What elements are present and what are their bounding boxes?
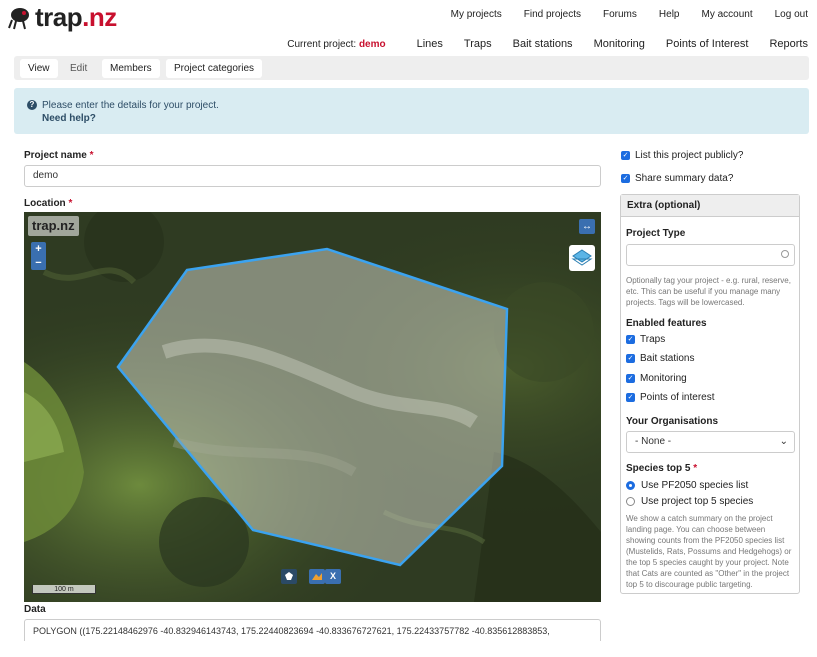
- checkbox-checked-icon: ✓: [626, 374, 635, 383]
- draw-polygon-button[interactable]: [281, 569, 297, 584]
- feature-label: Traps: [640, 334, 666, 345]
- feature-traps-checkbox[interactable]: ✓ Traps: [626, 334, 665, 345]
- feature-poi-checkbox[interactable]: ✓ Points of interest: [626, 392, 714, 403]
- edit-shape-icon: [312, 573, 322, 580]
- radio-label: Use PF2050 species list: [641, 480, 749, 491]
- radio-label: Use project top 5 species: [641, 496, 754, 507]
- project-type-input[interactable]: [626, 244, 795, 266]
- logo[interactable]: trap.nz: [7, 3, 117, 31]
- need-help-link[interactable]: Need help?: [42, 113, 96, 124]
- info-message: Please enter the details for your projec…: [42, 100, 219, 111]
- organisations-label: Your Organisations: [626, 416, 719, 427]
- feature-monitoring-checkbox[interactable]: ✓ Monitoring: [626, 373, 687, 384]
- data-textarea[interactable]: POLYGON ((175.22148462976 -40.8329461437…: [24, 619, 601, 641]
- nav-bait-stations[interactable]: Bait stations: [513, 38, 573, 50]
- nav-my-projects[interactable]: My projects: [451, 9, 502, 20]
- extra-panel: Extra (optional) Project Type Optionally…: [620, 194, 800, 594]
- tab-view[interactable]: View: [20, 59, 58, 78]
- chevron-down-icon: ⌄: [779, 436, 788, 447]
- enabled-features-label: Enabled features: [626, 318, 707, 329]
- satellite-imagery: [24, 212, 601, 602]
- extra-panel-title: Extra (optional): [621, 195, 799, 217]
- share-summary-label: Share summary data?: [635, 173, 734, 184]
- feature-label: Bait stations: [640, 353, 695, 364]
- location-label: Location *: [24, 198, 73, 209]
- feature-label: Points of interest: [640, 392, 715, 403]
- tab-edit[interactable]: Edit: [62, 59, 95, 78]
- nav-forums[interactable]: Forums: [603, 9, 637, 20]
- info-alert: ? Please enter the details for your proj…: [14, 88, 809, 134]
- nav-find-projects[interactable]: Find projects: [524, 9, 581, 20]
- nav-log-out[interactable]: Log out: [775, 9, 808, 20]
- nav-monitoring[interactable]: Monitoring: [594, 38, 645, 50]
- project-nav: Current project: demo Lines Traps Bait s…: [287, 38, 808, 50]
- tab-bar: View Edit Members Project categories: [14, 56, 809, 80]
- project-name-input[interactable]: demo: [24, 165, 601, 187]
- checkbox-checked-icon: ✓: [626, 354, 635, 363]
- layers-icon: [571, 249, 593, 266]
- feature-bait-stations-checkbox[interactable]: ✓ Bait stations: [626, 353, 694, 364]
- species-pf2050-radio[interactable]: Use PF2050 species list: [626, 480, 748, 491]
- top-nav: My projects Find projects Forums Help My…: [429, 9, 808, 20]
- polygon-icon: [285, 572, 293, 580]
- current-project: Current project: demo: [287, 39, 386, 50]
- checkbox-checked-icon: ✓: [626, 393, 635, 402]
- organisations-select[interactable]: - None - ⌄: [626, 431, 795, 453]
- nav-lines[interactable]: Lines: [417, 38, 443, 50]
- zoom-in-button[interactable]: +: [31, 242, 46, 256]
- layers-button[interactable]: [569, 245, 595, 271]
- nav-my-account[interactable]: My account: [701, 9, 752, 20]
- feature-label: Monitoring: [640, 373, 687, 384]
- list-publicly-checkbox[interactable]: ✓ List this project publicly?: [621, 150, 743, 161]
- nav-points-of-interest[interactable]: Points of Interest: [666, 38, 749, 50]
- tab-members[interactable]: Members: [102, 59, 160, 78]
- list-publicly-label: List this project publicly?: [635, 150, 744, 161]
- zoom-control: + −: [31, 242, 46, 270]
- clear-shape-button[interactable]: X: [325, 569, 341, 584]
- project-type-label: Project Type: [626, 228, 686, 239]
- species-top5-radio[interactable]: Use project top 5 species: [626, 496, 753, 507]
- map-scale: 100 m: [32, 585, 96, 594]
- species-hint: We show a catch summary on the project l…: [626, 514, 792, 589]
- checkbox-checked-icon: ✓: [621, 174, 630, 183]
- nav-help[interactable]: Help: [659, 9, 680, 20]
- nav-reports[interactable]: Reports: [769, 38, 808, 50]
- organisations-selected: - None -: [635, 436, 672, 447]
- map-logo: trap.nz: [28, 216, 79, 236]
- current-project-name[interactable]: demo: [359, 39, 386, 50]
- question-icon: ?: [27, 100, 37, 110]
- zoom-out-button[interactable]: −: [31, 256, 46, 270]
- autocomplete-icon: [781, 250, 789, 258]
- checkbox-checked-icon: ✓: [626, 335, 635, 344]
- data-label: Data: [24, 604, 46, 615]
- radio-unselected-icon: [626, 497, 635, 506]
- edit-shape-button[interactable]: [309, 569, 325, 584]
- fullscreen-button[interactable]: ↔: [579, 219, 595, 234]
- share-summary-checkbox[interactable]: ✓ Share summary data?: [621, 173, 733, 184]
- location-map[interactable]: trap.nz + − ↔ X 100 m: [24, 212, 601, 602]
- checkbox-checked-icon: ✓: [621, 151, 630, 160]
- project-type-hint: Optionally tag your project - e.g. rural…: [626, 276, 791, 307]
- trap-logo-icon: [8, 8, 29, 30]
- logo-text: trap.nz: [35, 2, 117, 32]
- radio-selected-icon: [626, 481, 635, 490]
- species-label: Species top 5 *: [626, 463, 698, 474]
- project-name-label: Project name *: [24, 150, 94, 161]
- tab-project-categories[interactable]: Project categories: [166, 59, 263, 78]
- nav-traps[interactable]: Traps: [464, 38, 492, 50]
